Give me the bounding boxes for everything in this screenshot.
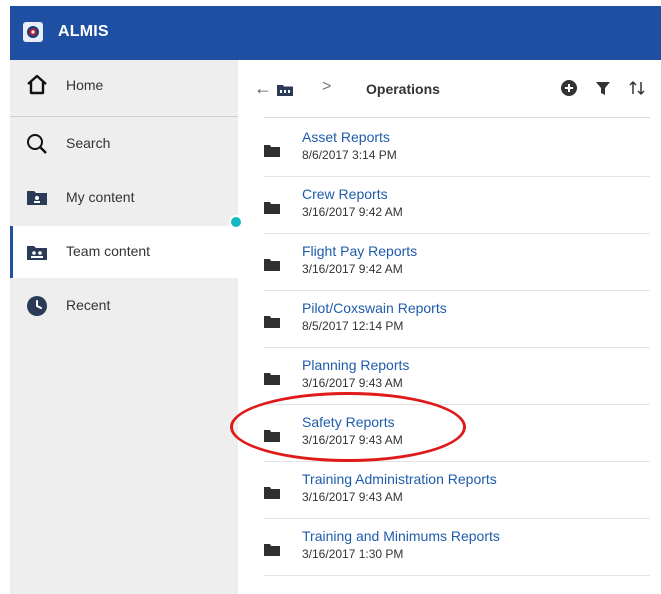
file-date: 8/6/2017 3:14 PM (302, 148, 397, 162)
file-name-link[interactable]: Asset Reports (302, 129, 390, 145)
file-date: 8/5/2017 12:14 PM (302, 319, 404, 333)
file-name-link[interactable]: Flight Pay Reports (302, 243, 417, 259)
list-item[interactable]: Flight Pay Reports 3/16/2017 9:42 AM (264, 234, 650, 291)
file-date: 3/16/2017 9:43 AM (302, 433, 403, 447)
sidebar-item-label: Team content (66, 243, 151, 259)
home-icon (25, 72, 49, 96)
list-item[interactable]: Crew Reports 3/16/2017 9:42 AM (264, 177, 650, 234)
list-item[interactable]: Planning Reports 3/16/2017 9:43 AM (264, 348, 650, 405)
file-date: 3/16/2017 9:42 AM (302, 262, 403, 276)
sort-icon[interactable] (628, 79, 646, 97)
clock-icon (25, 294, 49, 318)
folder-icon (264, 258, 280, 276)
sidebar-item-label: Search (66, 135, 111, 151)
back-arrow-icon[interactable]: ← (254, 78, 272, 99)
sidebar: Home Search My content Team content Rece… (10, 60, 238, 594)
file-name-link[interactable]: Training Administration Reports (302, 471, 497, 487)
sidebar-item-my-content[interactable]: My content (10, 172, 238, 224)
list-item[interactable]: Pilot/Coxswain Reports 8/5/2017 12:14 PM (264, 291, 650, 348)
folder-icon (264, 315, 280, 333)
file-name-link[interactable]: Pilot/Coxswain Reports (302, 300, 447, 316)
sidebar-item-team-content[interactable]: Team content (10, 226, 238, 278)
file-date: 3/16/2017 9:43 AM (302, 376, 403, 390)
file-name-link[interactable]: Training and Minimums Reports (302, 528, 500, 544)
filter-icon[interactable] (594, 79, 612, 97)
sidebar-item-label: Home (66, 77, 104, 93)
sidebar-item-home[interactable]: Home (10, 60, 238, 112)
file-name-link[interactable]: Safety Reports (302, 414, 395, 430)
folder-icon (264, 201, 280, 219)
sidebar-item-search[interactable]: Search (10, 118, 238, 170)
sidebar-item-label: Recent (66, 297, 111, 313)
breadcrumb-folder-icon[interactable] (277, 83, 293, 101)
sidebar-divider (10, 116, 238, 117)
folder-icon (264, 144, 280, 162)
list-item[interactable]: Training and Minimums Reports 3/16/2017 … (264, 519, 650, 576)
folder-icon (264, 543, 280, 561)
add-icon[interactable] (560, 79, 578, 97)
active-indicator (10, 226, 13, 278)
list-item[interactable]: Asset Reports 8/6/2017 3:14 PM (264, 120, 650, 177)
list-item[interactable]: Training Administration Reports 3/16/201… (264, 462, 650, 519)
file-name-link[interactable]: Crew Reports (302, 186, 388, 202)
content-panel: ← > Operations Asset Reports 8/6/2017 3:… (238, 60, 661, 594)
file-name-link[interactable]: Planning Reports (302, 357, 409, 373)
app-logo-icon[interactable] (23, 22, 43, 42)
sidebar-item-label: My content (66, 189, 135, 205)
user-folder-icon (25, 185, 49, 209)
sidebar-item-recent[interactable]: Recent (10, 280, 238, 332)
list-item[interactable]: Safety Reports 3/16/2017 9:43 AM (264, 405, 650, 462)
team-folder-icon (25, 240, 49, 264)
folder-icon (264, 486, 280, 504)
toolbar-divider (264, 117, 650, 118)
file-date: 3/16/2017 1:30 PM (302, 547, 404, 561)
toolbar: ← > Operations (238, 60, 661, 118)
breadcrumb-separator: > (322, 78, 332, 95)
app-header: ALMIS (10, 6, 661, 60)
folder-icon (264, 429, 280, 447)
search-icon (25, 132, 49, 156)
file-date: 3/16/2017 9:42 AM (302, 205, 403, 219)
folder-icon (264, 372, 280, 390)
app-title: ALMIS (58, 23, 109, 40)
breadcrumb-current: Operations (366, 81, 440, 97)
file-date: 3/16/2017 9:43 AM (302, 490, 403, 504)
row-divider (264, 575, 650, 576)
